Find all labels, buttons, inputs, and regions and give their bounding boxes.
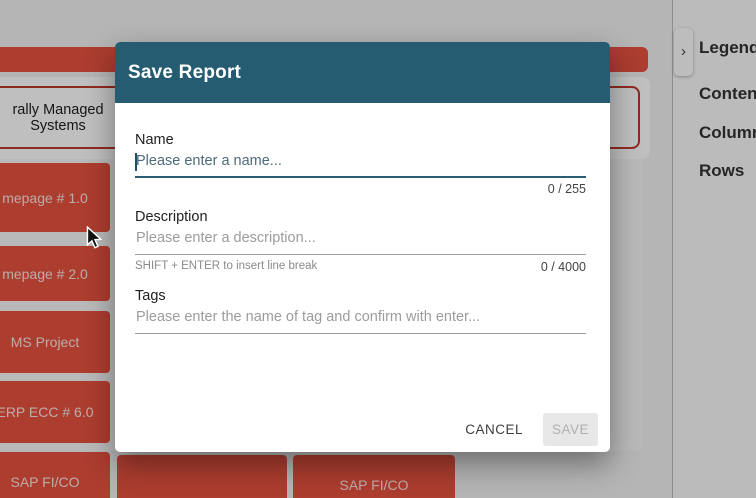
app-screen: rally Managed Systems mepage # 1.0 mepag… bbox=[0, 0, 756, 498]
cancel-button[interactable]: CANCEL bbox=[453, 413, 535, 446]
name-field-group: Name 0 / 255 bbox=[135, 132, 586, 196]
description-label: Description bbox=[135, 209, 586, 225]
name-label: Name bbox=[135, 132, 586, 148]
description-field-group: Description SHIFT + ENTER to insert line… bbox=[135, 209, 586, 274]
save-report-modal: Save Report Name 0 / 255 Description bbox=[115, 42, 610, 452]
tags-input[interactable] bbox=[135, 307, 586, 334]
name-input[interactable] bbox=[135, 151, 586, 178]
tags-field-group: Tags bbox=[135, 288, 586, 334]
modal-actions: CANCEL SAVE bbox=[453, 413, 598, 446]
mouse-pointer-icon bbox=[86, 226, 102, 250]
tags-label: Tags bbox=[135, 288, 586, 304]
description-char-counter: 0 / 4000 bbox=[541, 260, 586, 274]
description-input[interactable] bbox=[135, 228, 586, 255]
modal-body: Name 0 / 255 Description SHIFT + ENTER t… bbox=[115, 132, 610, 334]
name-char-counter: 0 / 255 bbox=[548, 182, 586, 196]
modal-header: Save Report bbox=[115, 42, 610, 103]
text-cursor bbox=[135, 153, 137, 171]
description-hint: SHIFT + ENTER to insert line break bbox=[135, 260, 317, 274]
modal-title: Save Report bbox=[128, 62, 241, 84]
save-button[interactable]: SAVE bbox=[543, 413, 598, 446]
